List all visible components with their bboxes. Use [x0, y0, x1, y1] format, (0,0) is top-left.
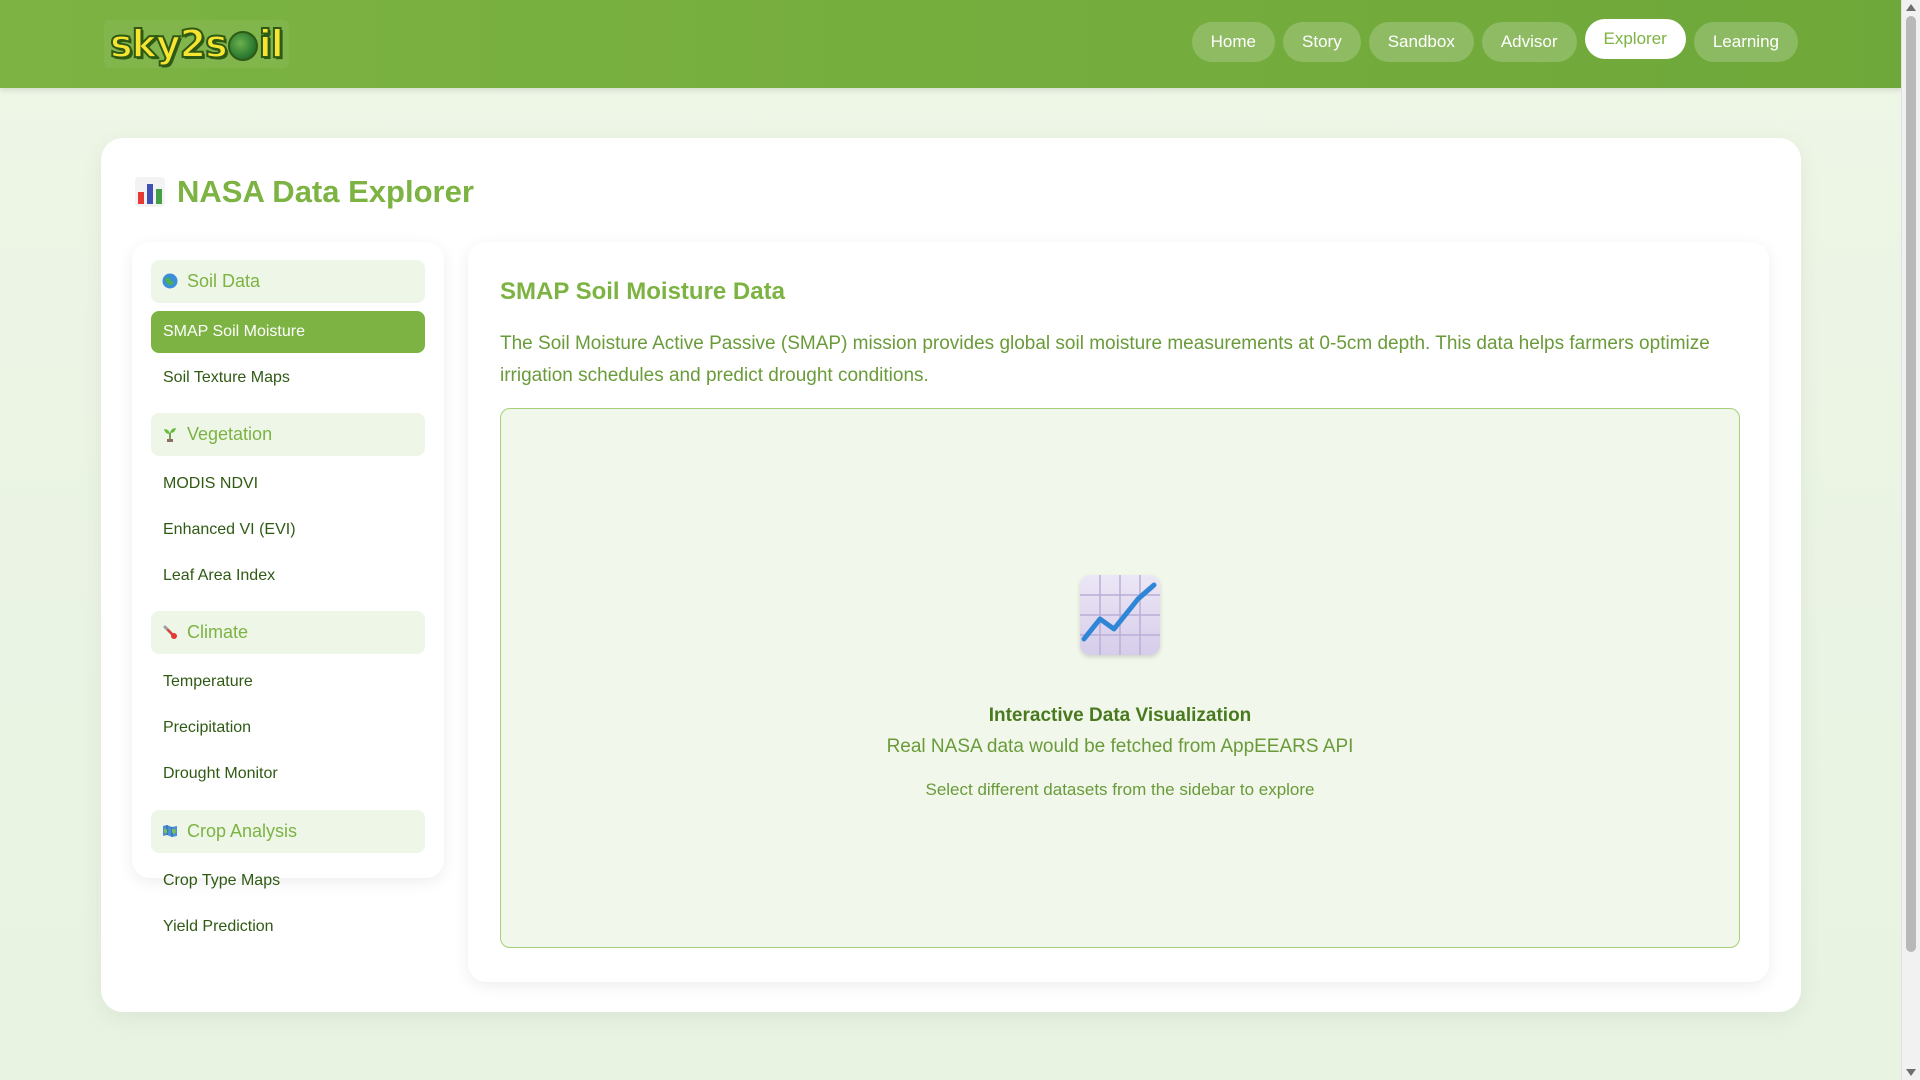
dataset-content-panel: SMAP Soil Moisture Data The Soil Moistur…	[468, 242, 1769, 982]
nav-learning[interactable]: Learning	[1693, 22, 1798, 62]
visualization-area[interactable]: Interactive Data Visualization Real NASA…	[500, 408, 1740, 948]
page-title-text: NASA Data Explorer	[177, 174, 474, 209]
sidebar-item-smap-soil-moisture[interactable]: SMAP Soil Moisture	[151, 311, 425, 353]
viz-title: Interactive Data Visualization	[988, 705, 1252, 726]
section-vegetation[interactable]: Vegetation	[151, 413, 425, 456]
logo[interactable]: sky2s il	[104, 20, 289, 68]
globe-icon	[161, 273, 179, 291]
seedling-icon	[161, 426, 179, 444]
sidebar-item-enhanced-vi[interactable]: Enhanced VI (EVI)	[151, 509, 425, 551]
globe-icon	[227, 31, 258, 61]
sidebar-item-drought-monitor[interactable]: Drought Monitor	[151, 753, 425, 795]
section-label: Climate	[187, 622, 249, 642]
top-navbar: sky2s il Home Story Sandbox Advisor Explo…	[0, 0, 1902, 88]
page-title: NASA Data Explorer	[135, 174, 474, 210]
section-label: Vegetation	[187, 424, 273, 444]
sidebar-item-leaf-area-index[interactable]: Leaf Area Index	[151, 555, 425, 597]
sidebar-item-yield-prediction[interactable]: Yield Prediction	[151, 906, 425, 948]
page-scrollbar[interactable]	[1901, 0, 1920, 1080]
nav-advisor[interactable]: Advisor	[1481, 22, 1577, 62]
nav-explorer[interactable]: Explorer	[1584, 19, 1686, 59]
explorer-card: NASA Data Explorer Soil Data SMAP Soil M…	[101, 138, 1801, 1012]
map-icon	[161, 823, 179, 841]
logo-text-end: il	[258, 21, 285, 67]
nav-story[interactable]: Story	[1283, 22, 1361, 62]
nav-sandbox[interactable]: Sandbox	[1368, 22, 1474, 62]
chart-increasing-icon	[1080, 575, 1160, 655]
scroll-down-icon[interactable]	[1906, 1069, 1916, 1076]
scroll-up-icon[interactable]	[1906, 4, 1916, 11]
dataset-description: The Soil Moisture Active Passive (SMAP) …	[500, 333, 1710, 386]
viz-hint: Select different datasets from the sideb…	[925, 780, 1315, 799]
section-soil-data[interactable]: Soil Data	[151, 260, 425, 303]
main-nav: Home Story Sandbox Advisor Explorer Lear…	[1191, 19, 1798, 62]
sidebar-item-soil-texture-maps[interactable]: Soil Texture Maps	[151, 357, 425, 399]
sidebar-item-temperature[interactable]: Temperature	[151, 661, 425, 703]
bar-chart-icon	[135, 177, 165, 207]
section-crop-analysis[interactable]: Crop Analysis	[151, 810, 425, 853]
viz-subtitle: Real NASA data would be fetched from App…	[886, 736, 1354, 757]
dataset-title: SMAP Soil Moisture Data	[500, 278, 785, 305]
section-label: Crop Analysis	[187, 821, 298, 841]
section-climate[interactable]: Climate	[151, 611, 425, 654]
section-label: Soil Data	[187, 271, 261, 291]
nav-home[interactable]: Home	[1191, 22, 1276, 62]
scroll-thumb[interactable]	[1906, 16, 1916, 952]
dataset-sidebar: Soil Data SMAP Soil Moisture Soil Textur…	[132, 242, 444, 935]
sidebar-item-crop-type-maps[interactable]: Crop Type Maps	[151, 860, 425, 902]
logo-text: sky2s	[109, 21, 229, 67]
sidebar-item-modis-ndvi[interactable]: MODIS NDVI	[151, 463, 425, 505]
sidebar-item-precipitation[interactable]: Precipitation	[151, 707, 425, 749]
thermometer-icon	[161, 624, 179, 642]
